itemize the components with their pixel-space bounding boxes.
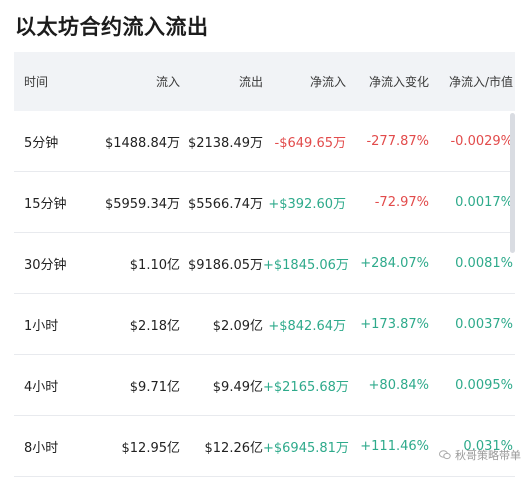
col-header-outflow[interactable]: 流出 (180, 73, 263, 90)
wechat-icon (439, 450, 451, 460)
cell-time: 8小时 (24, 440, 59, 456)
watermark: 秋哥策略带单 (439, 447, 521, 463)
cell-time: 15分钟 (24, 196, 67, 212)
cell-ratio: 0.0081% (455, 255, 513, 271)
cell-net: +$6945.81万 (263, 440, 349, 456)
cell-net: +$392.60万 (268, 196, 346, 212)
col-header-time[interactable]: 时间 (14, 73, 100, 90)
cell-ratio: 0.0037% (455, 316, 513, 332)
cell-inflow: $12.95亿 (121, 440, 181, 456)
cell-outflow: $12.26亿 (204, 440, 264, 456)
page-title: 以太坊合约流入流出 (15, 15, 209, 39)
cell-inflow: $2.18亿 (129, 318, 180, 334)
cell-outflow: $2138.49万 (187, 135, 263, 151)
cell-outflow: $5566.74万 (187, 196, 263, 212)
table-row[interactable]: 4小时 $9.71亿 $9.49亿 +$2165.68万 +80.84% 0.0… (14, 355, 515, 416)
cell-net: +$842.64万 (268, 318, 346, 334)
table-scrollbar[interactable] (510, 113, 515, 253)
cell-change: -277.87% (366, 133, 429, 149)
flow-table: 时间 流入 流出 净流入 净流入变化 净流入/市值 5分钟 $1488.84万 … (14, 52, 515, 477)
cell-net: -$649.65万 (274, 135, 346, 151)
cell-time: 1小时 (24, 318, 59, 334)
table-header: 时间 流入 流出 净流入 净流入变化 净流入/市值 (14, 52, 515, 111)
table-row[interactable]: 30分钟 $1.10亿 $9186.05万 +$1845.06万 +284.07… (14, 233, 515, 294)
cell-outflow: $2.09亿 (212, 318, 263, 334)
cell-inflow: $1488.84万 (104, 135, 180, 151)
cell-inflow: $9.71亿 (129, 379, 180, 395)
table-row[interactable]: 1小时 $2.18亿 $2.09亿 +$842.64万 +173.87% 0.0… (14, 294, 515, 355)
cell-net: +$2165.68万 (263, 379, 349, 395)
cell-change: +111.46% (360, 438, 429, 454)
cell-ratio: 0.0095% (455, 377, 513, 393)
cell-outflow: $9.49亿 (212, 379, 263, 395)
cell-net: +$1845.06万 (263, 257, 349, 273)
cell-change: +173.87% (360, 316, 429, 332)
col-header-change[interactable]: 净流入变化 (346, 73, 429, 90)
col-header-net[interactable]: 净流入 (263, 73, 346, 90)
cell-outflow: $9186.05万 (187, 257, 263, 273)
cell-change: -72.97% (374, 194, 429, 210)
cell-change: +80.84% (368, 377, 429, 393)
table-row[interactable]: 15分钟 $5959.34万 $5566.74万 +$392.60万 -72.9… (14, 172, 515, 233)
table-row[interactable]: 5分钟 $1488.84万 $2138.49万 -$649.65万 -277.8… (14, 111, 515, 172)
cell-inflow: $1.10亿 (129, 257, 180, 273)
col-header-ratio[interactable]: 净流入/市值 (429, 73, 515, 90)
cell-ratio: 0.0017% (455, 194, 513, 210)
cell-time: 30分钟 (24, 257, 67, 273)
col-header-inflow[interactable]: 流入 (100, 73, 180, 90)
cell-time: 5分钟 (24, 135, 59, 151)
cell-change: +284.07% (360, 255, 429, 271)
cell-inflow: $5959.34万 (104, 196, 180, 212)
watermark-text: 秋哥策略带单 (455, 449, 521, 462)
cell-time: 4小时 (24, 379, 59, 395)
cell-ratio: -0.0029% (450, 133, 513, 149)
